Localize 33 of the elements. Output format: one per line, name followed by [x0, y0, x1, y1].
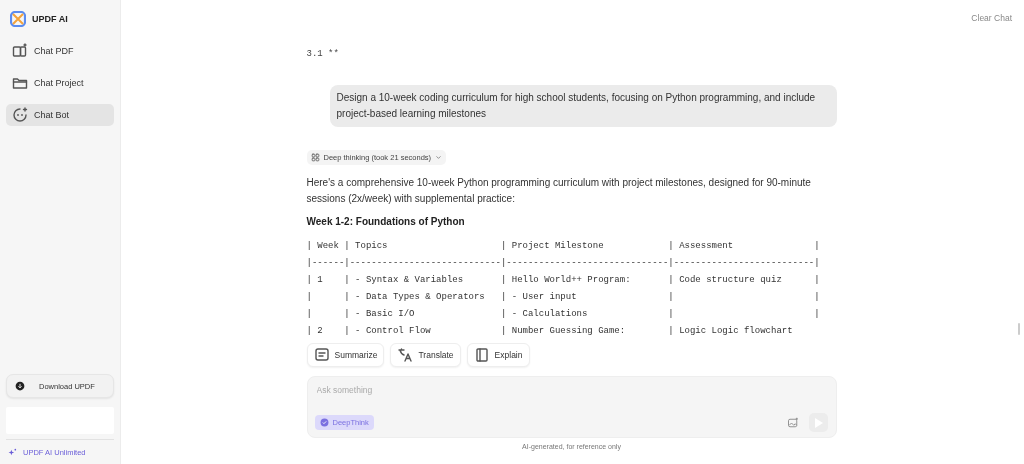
translate-icon: [397, 347, 414, 363]
answer-paragraph: Here's a comprehensive 10-week Python programming curriculum with project milestones, designed for 90-minute sessions (2x/week) with supplemental practice:: [306, 176, 812, 206]
folder-icon: [12, 75, 28, 91]
thinking-icon: [310, 153, 320, 162]
table-text-line: | | - Data Types & Operators | - User input | |: [306, 291, 820, 304]
summary-icon: [313, 347, 330, 363]
table-text-line: | 1 | - Syntax & Variables | Hello World++ Program: | Code structure quiz |: [306, 274, 820, 287]
book-icon: [473, 347, 490, 363]
download-icon: [15, 381, 25, 391]
logo-icon: [10, 11, 26, 27]
clear-chat-button[interactable]: Clear Chat: [971, 12, 1012, 24]
section-heading: Week 1-2: Foundations of Python: [306, 216, 466, 227]
action-button[interactable]: Summarize: [306, 343, 385, 367]
scrollbar-thumb[interactable]: [1018, 323, 1020, 335]
table-text-line: | | - Basic I/O | - Calculations | |: [306, 308, 820, 321]
table-text-line: | Week | Topics | Project Milestone | Assessment |: [306, 240, 820, 253]
user-message: Design a 10-week coding curriculum for high school students, focusing on Python programming, and include project-based learning milestones: [329, 85, 837, 127]
chat-pdf-icon: [12, 43, 28, 59]
action-button[interactable]: Translate: [390, 343, 461, 367]
bot-icon: [12, 107, 28, 123]
chevron-down-icon: [435, 154, 443, 161]
sidebar-item[interactable]: Chat PDF: [6, 40, 114, 62]
sidebar-item[interactable]: Chat Project: [6, 72, 114, 94]
check-icon: [319, 418, 329, 427]
sparkle-icon: [8, 447, 17, 457]
table-text-line: | 2 | - Control Flow | Number Guessing Game: | Logic Logic flowchart: [306, 325, 793, 338]
message-text: 3.1 **: [306, 49, 340, 59]
app-name: UPDF AI: [32, 14, 68, 24]
table-text-line: |------|----------------------------|------------------------------|--------------------------|: [306, 257, 820, 270]
sidebar-item[interactable]: Chat Bot: [6, 104, 114, 126]
message-input[interactable]: Ask something: [314, 385, 519, 395]
image-icon[interactable]: [786, 416, 799, 429]
action-button[interactable]: Explain: [466, 343, 530, 367]
